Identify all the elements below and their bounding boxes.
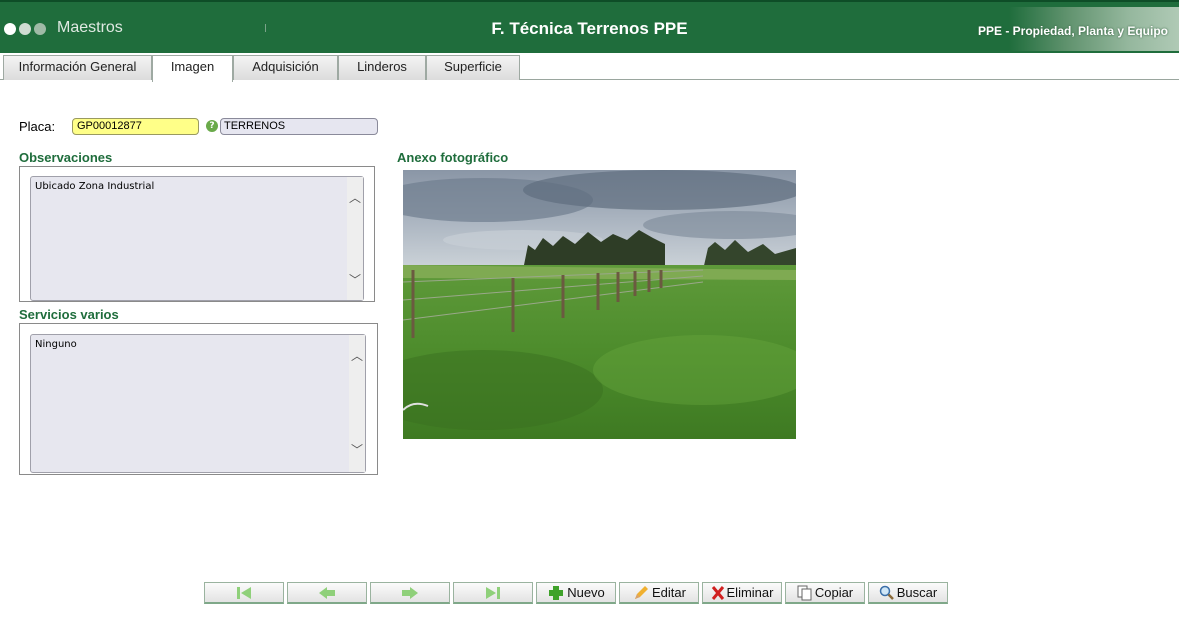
tab-bar: Información General Imagen Adquisición L… [0, 53, 1179, 82]
observaciones-box: Ubicado Zona Industrial ︿ ﹀ [19, 166, 375, 302]
scroll-down-icon[interactable]: ﹀ [349, 274, 361, 286]
nuevo-label: Nuevo [567, 585, 605, 600]
last-record-icon [486, 586, 500, 599]
scroll-up-icon[interactable]: ︿ [349, 192, 361, 204]
tab-adquisicion[interactable]: Adquisición [233, 55, 338, 80]
buscar-label: Buscar [896, 585, 938, 600]
buscar-button[interactable]: Buscar [868, 582, 948, 604]
placa-description-field: TERRENOS [220, 118, 378, 135]
module-title: PPE - Propiedad, Planta y Equipo [977, 24, 1168, 38]
terrain-photo [403, 170, 796, 439]
app-header: Maestros F. Técnica Terrenos PPE PPE - P… [0, 0, 1179, 53]
servicios-title: Servicios varios [19, 307, 119, 322]
previous-record-icon [319, 586, 335, 599]
eliminar-label: Eliminar [726, 585, 774, 600]
help-icon[interactable]: ? [206, 120, 218, 132]
observaciones-text: Ubicado Zona Industrial [35, 181, 155, 192]
copy-icon [797, 585, 812, 600]
next-record-button[interactable] [370, 582, 450, 604]
servicios-box: Ninguno ︿ ﹀ [19, 323, 378, 475]
next-record-icon [402, 586, 418, 599]
observaciones-title: Observaciones [19, 150, 113, 165]
editar-label: Editar [652, 585, 686, 600]
servicios-textarea[interactable]: Ninguno ︿ ﹀ [30, 334, 366, 473]
pencil-icon [635, 585, 649, 599]
tab-imagen[interactable]: Imagen [152, 55, 233, 82]
scroll-down-icon[interactable]: ﹀ [351, 444, 363, 456]
anexo-title: Anexo fotográfico [397, 150, 509, 165]
tab-informacion-general[interactable]: Información General [3, 55, 152, 80]
editar-button[interactable]: Editar [619, 582, 699, 604]
copiar-label: Copiar [814, 585, 854, 600]
first-record-icon [237, 586, 251, 599]
servicios-text: Ninguno [35, 339, 77, 350]
previous-record-button[interactable] [287, 582, 367, 604]
placa-label: Placa: [19, 119, 56, 134]
nuevo-button[interactable]: Nuevo [536, 582, 616, 604]
tab-superficie[interactable]: Superficie [426, 55, 520, 80]
delete-x-icon [711, 585, 724, 600]
observaciones-scrollbar[interactable]: ︿ ﹀ [347, 177, 363, 300]
tab-linderos[interactable]: Linderos [338, 55, 426, 80]
search-icon [879, 585, 894, 600]
copiar-button[interactable]: Copiar [785, 582, 865, 604]
last-record-button[interactable] [453, 582, 533, 604]
first-record-button[interactable] [204, 582, 284, 604]
placa-input[interactable]: GP00012877 [72, 118, 199, 135]
servicios-scrollbar[interactable]: ︿ ﹀ [349, 335, 365, 472]
plus-icon [549, 585, 564, 600]
eliminar-button[interactable]: Eliminar [702, 582, 782, 604]
scroll-up-icon[interactable]: ︿ [351, 350, 363, 362]
observaciones-textarea[interactable]: Ubicado Zona Industrial ︿ ﹀ [30, 176, 364, 301]
